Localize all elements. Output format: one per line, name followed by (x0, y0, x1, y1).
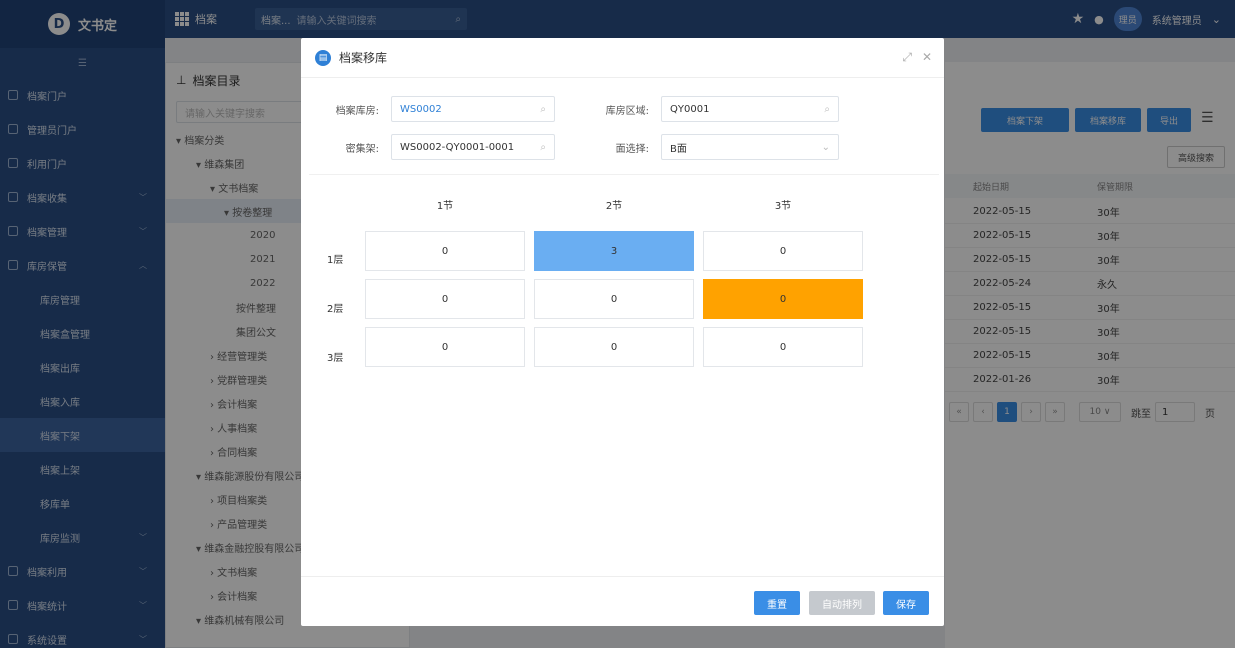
column-label: 1节 (436, 201, 454, 212)
warehouse-field: 档案库房: WS0002 ⌕ (301, 96, 555, 122)
dialog-header: ▤ 档案移库 ⤢ ✕ (301, 38, 944, 78)
shelf-cell[interactable]: 0 (703, 231, 863, 271)
search-icon[interactable]: ⌕ (824, 104, 830, 115)
row-label: 3层 (327, 353, 344, 364)
shelf-cell[interactable]: 0 (534, 327, 694, 367)
auto-arrange-button[interactable]: 自动排列 (809, 591, 875, 615)
area-field: 库房区域: QY0001 ⌕ (571, 96, 839, 122)
field-value: WS0002-QY0001-0001 (400, 141, 515, 153)
column-label: 3节 (774, 201, 792, 212)
shelf-cell[interactable]: 0 (365, 327, 525, 367)
shelf-field: 密集架: WS0002-QY0001-0001 ⌕ (301, 134, 555, 160)
shelf-cell[interactable]: 0 (365, 231, 525, 271)
field-label: 库房区域: (605, 105, 649, 117)
side-field: 面选择: B面 ⌄ (571, 134, 839, 160)
maximize-icon[interactable]: ⤢ (902, 50, 912, 65)
dialog-footer: 重置 自动排列 保存 (301, 576, 944, 626)
warehouse-input[interactable]: WS0002 ⌕ (391, 96, 555, 122)
area-input[interactable]: QY0001 ⌕ (661, 96, 839, 122)
shelf-cell[interactable]: 0 (703, 327, 863, 367)
row-label: 2层 (327, 304, 344, 315)
search-icon[interactable]: ⌕ (540, 142, 546, 153)
field-value: B面 (670, 143, 687, 155)
document-icon: ▤ (315, 49, 331, 66)
close-icon[interactable]: ✕ (922, 50, 932, 65)
chevron-down-icon: ⌄ (821, 141, 830, 153)
shelf-cell[interactable]: 0 (534, 279, 694, 319)
shelf-grid: 1节 2节 3节 1层 2层 3层 030000000 (309, 174, 939, 574)
reset-button[interactable]: 重置 (754, 591, 800, 615)
shelf-cell[interactable]: 0 (703, 279, 863, 319)
dialog-tools: ⤢ ✕ (902, 50, 932, 65)
shelf-cell[interactable]: 0 (365, 279, 525, 319)
shelf-cell[interactable]: 3 (534, 231, 694, 271)
shelf-input[interactable]: WS0002-QY0001-0001 ⌕ (391, 134, 555, 160)
field-label: 面选择: (615, 143, 649, 155)
field-label: 档案库房: (335, 105, 379, 117)
save-button[interactable]: 保存 (883, 591, 929, 615)
move-archive-dialog: ▤ 档案移库 ⤢ ✕ 档案库房: WS0002 ⌕ 库房区域: QY0001 ⌕… (301, 38, 944, 626)
column-label: 2节 (605, 201, 623, 212)
search-icon[interactable]: ⌕ (540, 104, 546, 115)
field-value: QY0001 (670, 103, 710, 115)
row-label: 1层 (327, 255, 344, 266)
side-select[interactable]: B面 ⌄ (661, 134, 839, 160)
field-label: 密集架: (345, 143, 379, 155)
dialog-title: 档案移库 (339, 51, 388, 65)
field-value: WS0002 (400, 103, 442, 115)
